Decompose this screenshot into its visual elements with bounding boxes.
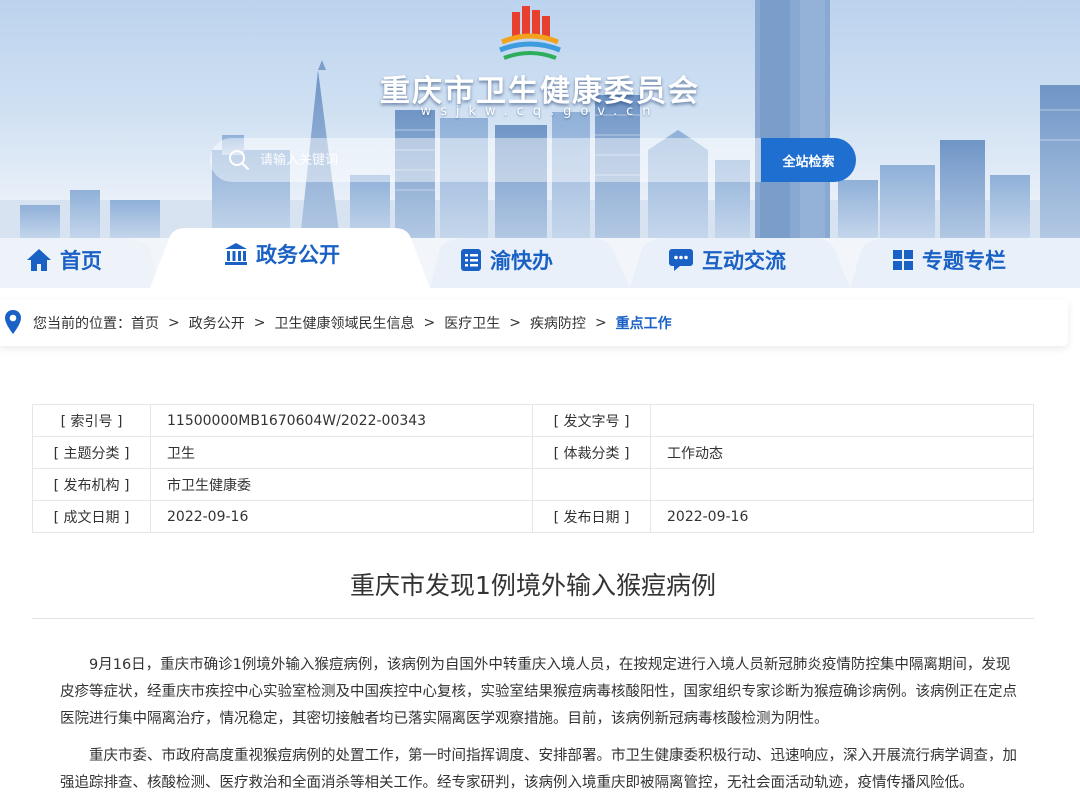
- empty-cell: [532, 468, 651, 501]
- published-date-value: 2022-09-16: [650, 500, 1034, 533]
- nav-item-government[interactable]: 政务公开: [224, 234, 340, 274]
- nav-label-interaction: 互动交流: [702, 249, 786, 273]
- topic-label: [ 主题分类 ]: [32, 436, 151, 469]
- article-paragraph: 9月16日，重庆市确诊1例境外输入猴痘病例，该病例为自国外中转重庆入境人员，在按…: [60, 657, 1017, 727]
- empty-cell: [650, 468, 1034, 501]
- government-building-icon: [225, 243, 247, 265]
- created-date-label: [ 成文日期 ]: [32, 500, 151, 533]
- article-title: 重庆市发现1例境外输入猴痘病例: [350, 571, 716, 600]
- breadcrumb-current[interactable]: 重点工作: [616, 313, 672, 333]
- table-row: [ 主题分类 ] 卫生 [ 体裁分类 ] 工作动态: [32, 436, 1034, 469]
- breadcrumb-separator: >: [253, 315, 266, 331]
- topic-value: 卫生: [150, 436, 533, 469]
- issuer-value: 市卫生健康委: [150, 468, 533, 501]
- document-list-icon: [461, 249, 481, 271]
- location-pin-icon: [5, 310, 21, 334]
- nav-label-government: 政务公开: [256, 243, 340, 267]
- published-date-label: [ 发布日期 ]: [532, 500, 651, 533]
- doc-no-label: [ 发文字号 ]: [532, 404, 651, 437]
- breadcrumb-home[interactable]: 首页: [131, 313, 159, 333]
- nav-item-home[interactable]: 首页: [26, 240, 102, 280]
- main-nav: 首页 政务公开 渝快办 互动交流 专题专栏: [0, 228, 1080, 288]
- search-input[interactable]: [260, 148, 740, 172]
- table-row: [ 成文日期 ] 2022-09-16 [ 发布日期 ] 2022-09-16: [32, 500, 1034, 533]
- breadcrumb-separator: >: [423, 315, 436, 331]
- article-paragraph: 重庆市委、市政府高度重视猴痘病例的处置工作，第一时间指挥调度、安排部署。市卫生健…: [60, 748, 1017, 791]
- breadcrumb-prefix: 您当前的位置：: [33, 316, 131, 332]
- table-row: [ 索引号 ] 11500000MB1670604W/2022-00343 [ …: [32, 404, 1034, 437]
- site-domain: wsjkw.cq.gov.cn: [420, 104, 660, 119]
- index-value: 11500000MB1670604W/2022-00343: [150, 404, 533, 437]
- genre-label: [ 体裁分类 ]: [532, 436, 651, 469]
- home-icon: [27, 249, 51, 271]
- nav-item-yukuaiban[interactable]: 渝快办: [460, 240, 553, 280]
- nav-label-yukuaiban: 渝快办: [490, 249, 553, 273]
- grid-icon: [893, 250, 913, 270]
- breadcrumb-medical[interactable]: 医疗卫生: [444, 313, 500, 333]
- breadcrumb-livelihood-info[interactable]: 卫生健康领域民生信息: [274, 313, 414, 333]
- search-icon: [229, 150, 250, 171]
- breadcrumb-separator: >: [594, 315, 607, 331]
- breadcrumb-disease-control[interactable]: 疾病防控: [530, 313, 586, 333]
- document-meta-table: [ 索引号 ] 11500000MB1670604W/2022-00343 [ …: [32, 404, 1034, 533]
- header-banner: 重庆市卫生健康委员会 wsjkw.cq.gov.cn 全站检索: [0, 0, 1080, 240]
- issuer-label: [ 发布机构 ]: [32, 468, 151, 501]
- table-row: [ 发布机构 ] 市卫生健康委: [32, 468, 1034, 501]
- genre-value: 工作动态: [650, 436, 1034, 469]
- created-date-value: 2022-09-16: [150, 500, 533, 533]
- index-label: [ 索引号 ]: [32, 404, 151, 437]
- nav-item-interaction[interactable]: 互动交流: [668, 240, 786, 280]
- breadcrumb: 您当前的位置： 首页 > 政务公开 > 卫生健康领域民生信息 > 医疗卫生 > …: [33, 300, 672, 346]
- breadcrumb-separator: >: [509, 315, 521, 331]
- search-button[interactable]: 全站检索: [761, 138, 856, 182]
- nav-label-home: 首页: [60, 249, 102, 273]
- breadcrumb-separator: >: [168, 315, 180, 331]
- title-divider: [32, 618, 1034, 619]
- doc-no-value: [650, 404, 1034, 437]
- breadcrumb-government[interactable]: 政务公开: [189, 313, 245, 333]
- nav-label-special-topics: 专题专栏: [922, 249, 1006, 273]
- nav-item-special-topics[interactable]: 专题专栏: [892, 240, 1006, 280]
- site-logo: [499, 6, 561, 60]
- chat-bubble-icon: [669, 249, 693, 271]
